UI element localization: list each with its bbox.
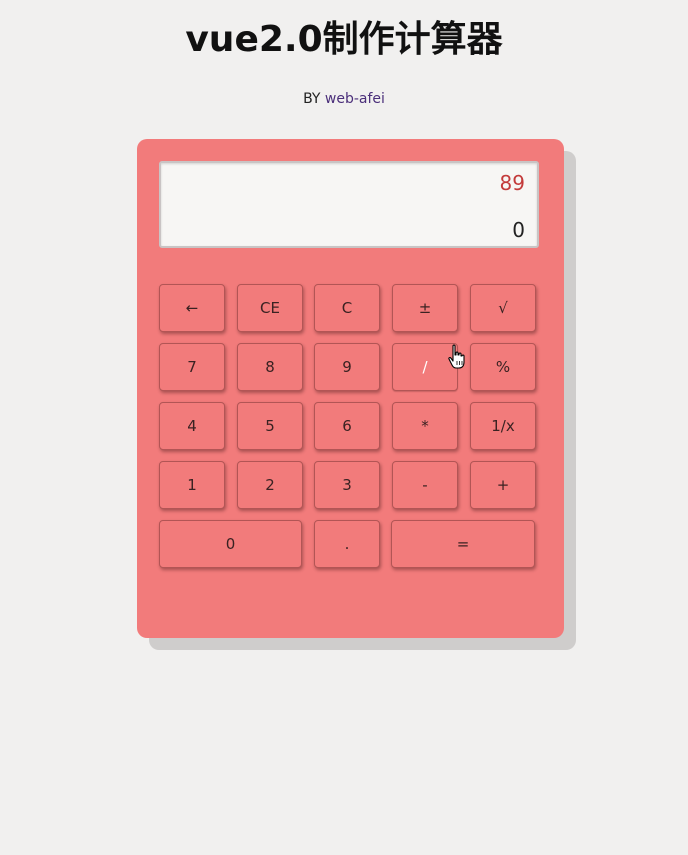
digit-0-button[interactable]: 0 bbox=[159, 520, 302, 568]
equals-button[interactable]: = bbox=[391, 520, 535, 568]
result-readout: 0 bbox=[512, 218, 525, 242]
plus-minus-button[interactable]: ± bbox=[392, 284, 458, 332]
digit-9-button[interactable]: 9 bbox=[314, 343, 380, 391]
plus-button[interactable]: + bbox=[470, 461, 536, 509]
author-link[interactable]: web-afei bbox=[325, 91, 385, 107]
digit-2-button[interactable]: 2 bbox=[237, 461, 303, 509]
page-title: vue2.0制作计算器 bbox=[185, 19, 503, 60]
decimal-button[interactable]: . bbox=[314, 520, 380, 568]
byline: BY web-afei bbox=[0, 89, 688, 109]
digit-4-button[interactable]: 4 bbox=[159, 402, 225, 450]
expression-readout: 89 bbox=[499, 171, 525, 195]
by-prefix: BY bbox=[303, 91, 321, 107]
reciprocal-button[interactable]: 1/x bbox=[470, 402, 536, 450]
calculator-display: 89 0 bbox=[159, 161, 539, 248]
calculator: 89 0 ← CE C ± √ 7 8 9 / % 4 5 6 * 1/x 1 … bbox=[137, 139, 564, 638]
digit-7-button[interactable]: 7 bbox=[159, 343, 225, 391]
multiply-button[interactable]: * bbox=[392, 402, 458, 450]
digit-6-button[interactable]: 6 bbox=[314, 402, 380, 450]
digit-8-button[interactable]: 8 bbox=[237, 343, 303, 391]
backspace-button[interactable]: ← bbox=[159, 284, 225, 332]
minus-button[interactable]: - bbox=[392, 461, 458, 509]
digit-3-button[interactable]: 3 bbox=[314, 461, 380, 509]
sqrt-button[interactable]: √ bbox=[470, 284, 536, 332]
percent-button[interactable]: % bbox=[470, 343, 536, 391]
digit-1-button[interactable]: 1 bbox=[159, 461, 225, 509]
clear-entry-button[interactable]: CE bbox=[237, 284, 303, 332]
hand-pointer-icon bbox=[448, 344, 465, 369]
digit-5-button[interactable]: 5 bbox=[237, 402, 303, 450]
clear-button[interactable]: C bbox=[314, 284, 380, 332]
